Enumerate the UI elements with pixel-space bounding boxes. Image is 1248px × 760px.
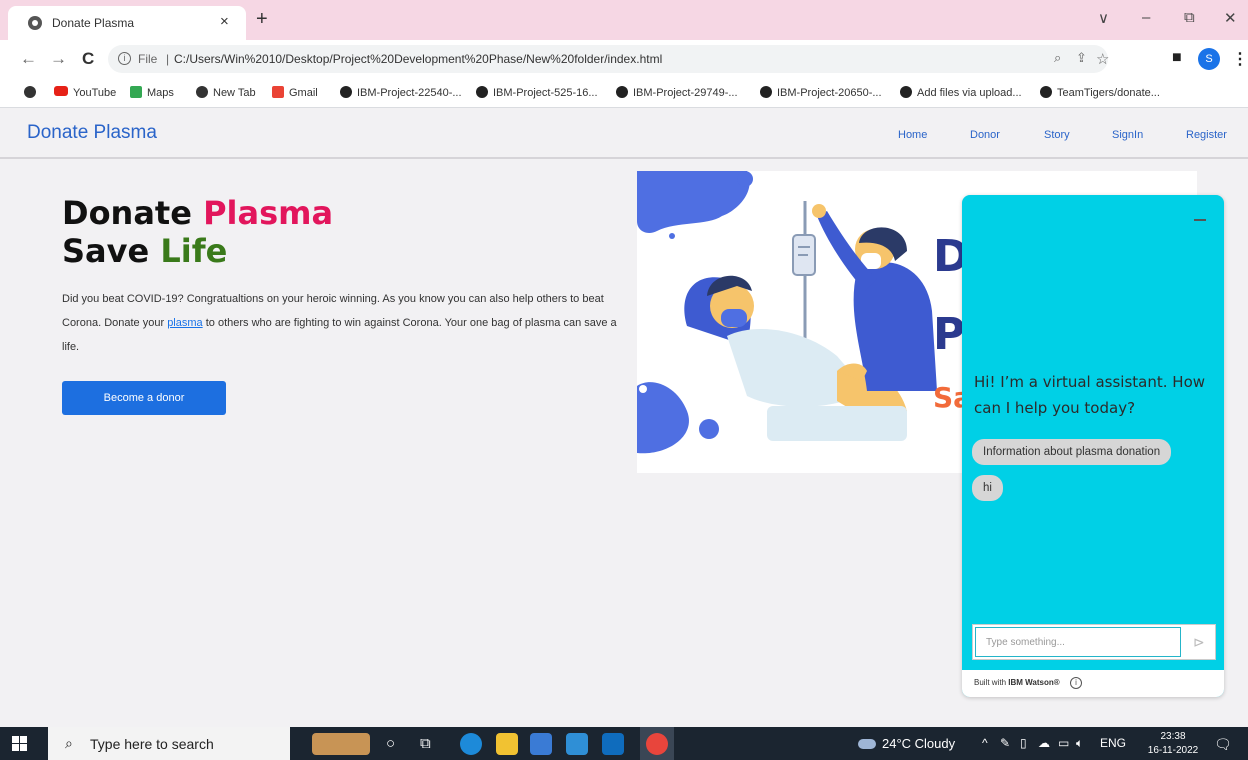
bookmark-item[interactable]: Gmail	[272, 86, 318, 99]
chat-footer: Built with IBM Watson® i	[962, 670, 1224, 697]
chat-option-hi[interactable]: hi	[972, 475, 1003, 501]
globe-icon	[24, 86, 36, 98]
maps-icon	[130, 86, 142, 98]
nav-link-signin[interactable]: SignIn	[1112, 129, 1143, 141]
chevron-up-icon[interactable]: ^	[982, 736, 988, 750]
address-row: ← → C i File | C:/Users/Win%2010/Desktop…	[0, 40, 1248, 78]
chat-widget: Hi! I’m a virtual assistant. How can I h…	[962, 195, 1224, 697]
bookmark-item[interactable]: IBM-Project-525-16...	[476, 86, 598, 99]
url-scheme: File	[138, 52, 158, 66]
onedrive-icon[interactable]: ☁	[1038, 736, 1050, 750]
close-window-button[interactable]: ✕	[1224, 9, 1237, 27]
os-taskbar: ⌕ Type here to search ○ ⧉ 24°C Cloudy ^ …	[0, 727, 1248, 760]
menu-kebab-icon[interactable]: ⋮	[1232, 49, 1248, 69]
windows-start-icon[interactable]	[12, 736, 27, 751]
cortana-icon[interactable]: ○	[386, 735, 395, 752]
browser-tab[interactable]: Donate Plasma ×	[8, 6, 246, 40]
bookmark-item[interactable]: IBM-Project-20650-...	[760, 86, 882, 99]
github-icon	[340, 86, 352, 98]
info-icon[interactable]: i	[1070, 677, 1082, 689]
tab-search-icon[interactable]: ∨	[1098, 9, 1109, 27]
taskbar-search-box[interactable]: ⌕ Type here to search	[48, 727, 290, 760]
app-icon[interactable]	[566, 733, 588, 755]
new-tab-button[interactable]: +	[256, 8, 268, 31]
store-icon[interactable]	[530, 733, 552, 755]
minimize-button[interactable]: –	[1142, 9, 1150, 26]
become-donor-button[interactable]: Become a donor	[62, 381, 226, 415]
chat-option-plasma-info[interactable]: Information about plasma donation	[972, 439, 1172, 465]
github-icon	[900, 86, 912, 98]
illustration-letter: P	[933, 309, 966, 360]
youtube-icon	[54, 86, 68, 96]
battery-icon[interactable]: ▯	[1020, 736, 1027, 750]
nav-link-donor[interactable]: Donor	[970, 129, 1000, 141]
site-navbar: Donate Plasma Home Donor Story SignIn Re…	[0, 109, 1248, 159]
file-explorer-icon[interactable]	[496, 733, 518, 755]
github-icon	[760, 86, 772, 98]
back-button[interactable]: ←	[20, 49, 37, 69]
tab-title: Donate Plasma	[52, 16, 135, 30]
share-icon[interactable]: ⇪	[1076, 50, 1087, 66]
bookmark-star-icon[interactable]: ☆	[1096, 50, 1109, 68]
restore-button[interactable]: ⧉	[1184, 9, 1195, 26]
task-view-icon[interactable]: ⧉	[420, 735, 431, 752]
bookmark-item[interactable]: YouTube	[54, 86, 116, 99]
built-with-label: Built with IBM Watson®	[974, 678, 1060, 687]
zoom-icon[interactable]: ⌕	[1054, 50, 1061, 66]
display-icon[interactable]: ▭	[1058, 736, 1069, 750]
search-icon: ⌕	[65, 735, 73, 751]
globe-icon	[196, 86, 208, 98]
chat-message-input[interactable]	[975, 627, 1181, 657]
pen-icon[interactable]: ✎	[1000, 736, 1010, 750]
side-panel-icon[interactable]: ■	[1172, 49, 1182, 67]
send-icon[interactable]: ⊳	[1193, 634, 1205, 651]
bookmark-item[interactable]: IBM-Project-29749-...	[616, 86, 738, 99]
bookmarks-bar: YouTube Maps New Tab Gmail IBM-Project-2…	[0, 78, 1248, 108]
gmail-icon	[272, 86, 284, 98]
address-bar[interactable]: i File | C:/Users/Win%2010/Desktop/Proje…	[108, 45, 1109, 73]
cloud-icon	[858, 739, 876, 749]
bookmark-item[interactable]: TeamTigers/donate...	[1040, 86, 1160, 99]
chat-greeting: Hi! I’m a virtual assistant. How can I h…	[974, 373, 1206, 417]
chat-input-container: ⊳	[972, 624, 1216, 660]
taskbar-search-placeholder: Type here to search	[90, 736, 214, 752]
plasma-link[interactable]: plasma	[167, 317, 202, 329]
github-icon	[616, 86, 628, 98]
bookmark-item[interactable]	[24, 86, 41, 99]
volume-icon[interactable]: 🔈︎	[1076, 736, 1083, 751]
mail-icon[interactable]	[602, 733, 624, 755]
forward-button[interactable]: →	[50, 49, 67, 69]
nav-link-story[interactable]: Story	[1044, 129, 1070, 141]
bookmark-item[interactable]: Maps	[130, 86, 174, 99]
close-tab-icon[interactable]: ×	[220, 13, 229, 30]
nav-link-home[interactable]: Home	[898, 129, 927, 141]
hero-description: Did you beat COVID-19? Congratualtions o…	[62, 293, 617, 353]
edge-icon[interactable]	[460, 733, 482, 755]
search-highlight-icon[interactable]	[312, 733, 370, 755]
browser-tab-bar: Donate Plasma × + ∨ – ⧉ ✕	[0, 0, 1248, 40]
bookmark-item[interactable]: IBM-Project-22540-...	[340, 86, 462, 99]
info-icon[interactable]: i	[118, 52, 131, 65]
nav-link-register[interactable]: Register	[1186, 129, 1227, 141]
notification-icon[interactable]: 🗨︎	[1214, 736, 1232, 753]
bookmark-item[interactable]: Add files via upload...	[900, 86, 1022, 99]
system-clock[interactable]: 23:38 16-11-2022	[1146, 730, 1200, 758]
chrome-icon	[646, 733, 668, 755]
globe-icon	[28, 16, 42, 30]
hero-title: Donate Plasma Save Life	[62, 194, 334, 270]
url-text[interactable]: C:/Users/Win%2010/Desktop/Project%20Deve…	[174, 52, 662, 66]
github-icon	[1040, 86, 1052, 98]
reload-button[interactable]: C	[82, 49, 94, 69]
site-brand[interactable]: Donate Plasma	[27, 122, 157, 144]
bookmark-item[interactable]: New Tab	[196, 86, 256, 99]
weather-widget[interactable]: 24°C Cloudy	[858, 736, 955, 751]
minimize-chat-icon[interactable]	[1194, 219, 1206, 221]
url-divider-icon: |	[166, 52, 170, 66]
language-indicator[interactable]: ENG	[1100, 736, 1126, 750]
github-icon	[476, 86, 488, 98]
profile-avatar[interactable]: S	[1198, 48, 1220, 70]
